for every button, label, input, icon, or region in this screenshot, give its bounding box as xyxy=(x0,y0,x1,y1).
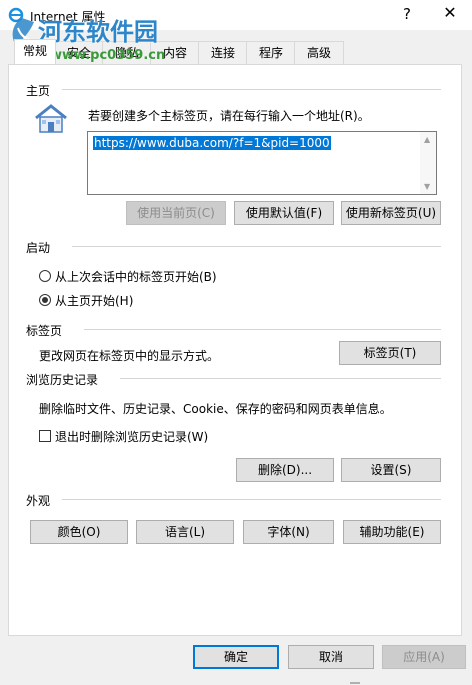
tab-programs[interactable]: 程序 xyxy=(246,41,296,64)
use-current-button[interactable]: 使用当前页(C) xyxy=(126,201,226,225)
help-button[interactable]: ? xyxy=(398,5,416,23)
delete-history-on-exit-checkbox[interactable] xyxy=(39,430,51,442)
close-button[interactable]: ✕ xyxy=(440,3,460,22)
tab-general[interactable]: 常规 xyxy=(14,39,56,64)
startup-divider xyxy=(72,246,441,247)
use-default-button[interactable]: 使用默认值(F) xyxy=(234,201,334,225)
appearance-divider xyxy=(62,499,441,500)
colors-button[interactable]: 颜色(O) xyxy=(30,520,128,544)
accessibility-button[interactable]: 辅助功能(E) xyxy=(343,520,441,544)
fonts-button[interactable]: 字体(N) xyxy=(243,520,334,544)
home-house-icon xyxy=(34,104,68,137)
delete-history-on-exit-label: 退出时删除浏览历史记录(W) xyxy=(55,430,209,444)
history-description: 删除临时文件、历史记录、Cookie、保存的密码和网页表单信息。 xyxy=(39,402,392,416)
appearance-heading: 外观 xyxy=(26,494,51,508)
startup-heading: 启动 xyxy=(26,241,51,255)
radio-last-session-label: 从上次会话中的标签页开始(B) xyxy=(55,270,217,284)
cancel-button[interactable]: 取消 xyxy=(288,645,374,669)
ok-button[interactable]: 确定 xyxy=(193,645,279,669)
watermark-url: www.pc0359.cn xyxy=(50,48,166,63)
tab-connections[interactable]: 连接 xyxy=(198,41,248,64)
history-heading: 浏览历史记录 xyxy=(26,373,99,387)
tab-advanced[interactable]: 高级 xyxy=(294,41,344,64)
delete-history-button[interactable]: 删除(D)... xyxy=(236,458,334,482)
history-divider xyxy=(120,378,441,379)
scroll-up-icon[interactable]: ▲ xyxy=(424,135,430,144)
scroll-down-icon[interactable]: ▼ xyxy=(424,182,430,191)
use-new-tab-button[interactable]: 使用新标签页(U) xyxy=(341,201,441,225)
tabs-heading: 标签页 xyxy=(26,324,63,338)
home-url-value: https://www.duba.com/?f=1&pid=1000 xyxy=(93,136,331,150)
home-hint: 若要创建多个主标签页，请在每行输入一个地址(R)。 xyxy=(88,109,370,123)
apply-button[interactable]: 应用(A) xyxy=(382,645,466,669)
radio-home-page[interactable] xyxy=(39,294,51,306)
watermark-site-name: 河东软件园 xyxy=(38,17,158,46)
languages-button[interactable]: 语言(L) xyxy=(136,520,234,544)
resize-grip xyxy=(350,682,360,684)
tabs-description: 更改网页在标签页中的显示方式。 xyxy=(39,349,220,363)
home-divider xyxy=(62,89,441,90)
home-url-textarea[interactable]: https://www.duba.com/?f=1&pid=1000 ▲ ▼ xyxy=(87,131,437,195)
tabs-divider xyxy=(84,329,441,330)
radio-home-page-label: 从主页开始(H) xyxy=(55,294,134,308)
tabs-settings-button[interactable]: 标签页(T) xyxy=(339,341,441,365)
radio-last-session[interactable] xyxy=(39,270,51,282)
history-settings-button[interactable]: 设置(S) xyxy=(341,458,441,482)
home-heading: 主页 xyxy=(26,84,51,98)
textarea-scrollbar[interactable]: ▲ ▼ xyxy=(420,132,436,194)
